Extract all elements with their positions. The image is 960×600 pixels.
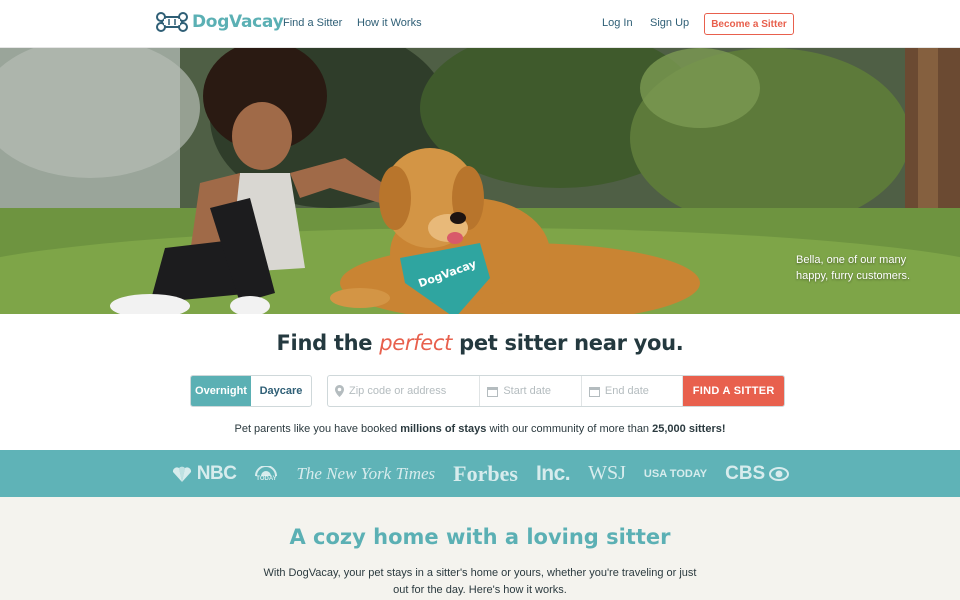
sunrise-icon bbox=[255, 465, 278, 476]
zip-field[interactable]: Zip code or address bbox=[328, 376, 481, 406]
toggle-daycare[interactable]: Daycare bbox=[251, 376, 311, 406]
service-toggle: Overnight Daycare bbox=[190, 375, 312, 407]
cozy-title: A cozy home with a loving sitter bbox=[289, 525, 671, 549]
end-date-placeholder: End date bbox=[604, 385, 649, 397]
toggle-overnight[interactable]: Overnight bbox=[191, 376, 251, 406]
stats-middle: with our community of more than bbox=[489, 423, 650, 435]
inc-logo: Inc. bbox=[535, 461, 571, 485]
find-sitter-button[interactable]: FIND A SITTER bbox=[683, 376, 784, 406]
zip-placeholder: Zip code or address bbox=[349, 385, 447, 397]
logo[interactable]: DogVacay bbox=[156, 12, 284, 32]
nav-find-a-sitter[interactable]: Find a Sitter bbox=[283, 17, 342, 29]
dog-bone-icon bbox=[156, 12, 188, 32]
search-form: Zip code or address Start date End date … bbox=[327, 375, 785, 407]
how-it-works-section: A cozy home with a loving sitter With Do… bbox=[0, 497, 960, 600]
site-header: DogVacay Find a Sitter How it Works Log … bbox=[0, 0, 960, 48]
headline-after: pet sitter near you. bbox=[459, 331, 684, 355]
nbc-logo: NBC bbox=[171, 463, 237, 485]
stats-sitters: 25,000 sitters! bbox=[652, 423, 726, 435]
cbs-logo: CBS bbox=[725, 463, 790, 485]
calendar-icon bbox=[487, 386, 499, 397]
press-band: NBC TODAY The New York Times Forbes Inc.… bbox=[0, 450, 960, 497]
login-link[interactable]: Log In bbox=[602, 17, 633, 29]
nyt-logo: The New York Times bbox=[296, 463, 436, 483]
today-logo: TODAY bbox=[254, 465, 278, 482]
hero-image: DogVacay Bella, one of our many happy, f… bbox=[0, 48, 960, 314]
nav-how-it-works[interactable]: How it Works bbox=[357, 17, 422, 29]
search-headline: Find the perfect pet sitter near you. bbox=[0, 331, 960, 355]
peacock-icon bbox=[172, 466, 191, 482]
forbes-logo: Forbes bbox=[453, 460, 518, 486]
stats-line: Pet parents like you have booked million… bbox=[0, 423, 960, 435]
cbs-eye-icon bbox=[769, 466, 790, 481]
logo-text: DogVacay bbox=[192, 12, 284, 32]
signup-link[interactable]: Sign Up bbox=[650, 17, 689, 29]
end-date-field[interactable]: End date bbox=[582, 376, 684, 406]
start-date-field[interactable]: Start date bbox=[480, 376, 582, 406]
usa-today-logo: USA TODAY bbox=[643, 467, 708, 480]
stats-prefix: Pet parents like you have booked bbox=[234, 423, 398, 435]
calendar-icon bbox=[588, 386, 600, 397]
headline-before: Find the bbox=[276, 331, 373, 355]
hero-caption: Bella, one of our many happy, furry cust… bbox=[796, 254, 911, 282]
become-sitter-button[interactable]: Become a Sitter bbox=[704, 13, 794, 35]
headline-accent: perfect bbox=[379, 331, 453, 355]
location-pin-icon bbox=[335, 385, 344, 397]
stats-stays: millions of stays bbox=[400, 423, 487, 435]
cozy-text: With DogVacay, your pet stays in a sitte… bbox=[263, 567, 697, 596]
wsj-logo: WSJ bbox=[588, 462, 626, 484]
start-date-placeholder: Start date bbox=[503, 385, 552, 397]
